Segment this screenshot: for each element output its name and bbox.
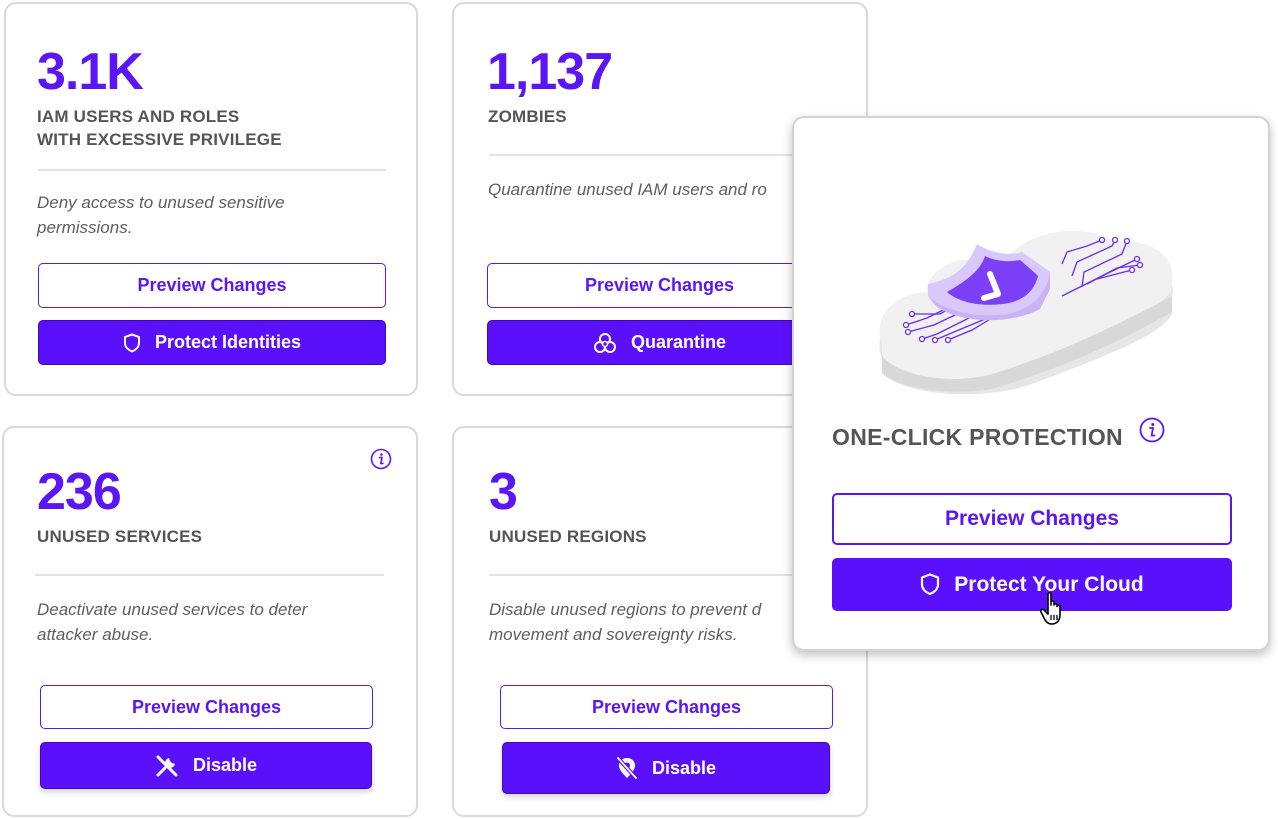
disable-services-button[interactable]: Disable [40, 742, 372, 789]
disable-regions-button[interactable]: Disable [502, 742, 830, 794]
divider [489, 574, 834, 576]
shield-icon [921, 573, 940, 596]
preview-changes-button[interactable]: Preview Changes [832, 493, 1232, 545]
desc-line2: movement and sovereignty risks. [489, 625, 738, 644]
shield-icon [123, 333, 140, 352]
stat-label: UNUSED REGIONS [489, 527, 647, 546]
biohazard-icon [593, 332, 616, 353]
stat-value: 236 [37, 463, 122, 521]
cloud-shield-check-illustration [879, 231, 1173, 394]
desc-line1: Disable unused regions to prevent d [489, 600, 762, 619]
protect-identities-button[interactable]: Protect Identities [38, 320, 386, 365]
one-click-protection-card: ONE-CLICK PROTECTION Preview Changes Pro… [792, 116, 1270, 651]
preview-changes-button[interactable]: Preview Changes [40, 685, 373, 729]
divider [489, 154, 834, 156]
protect-your-cloud-button[interactable]: Protect Your Cloud [832, 558, 1232, 611]
preview-changes-button[interactable]: Preview Changes [38, 263, 386, 308]
title-text: ONE-CLICK PROTECTION [832, 424, 1123, 450]
button-label: Quarantine [630, 332, 727, 352]
button-label: Protect Identities [154, 332, 302, 352]
button-label: Preview Changes [591, 696, 742, 717]
preview-changes-button[interactable]: Preview Changes [500, 685, 833, 729]
quarantine-button[interactable]: Quarantine [487, 320, 832, 365]
button-label: Preview Changes [137, 275, 287, 295]
info-icon[interactable] [1139, 417, 1165, 443]
divider [38, 169, 386, 171]
desc-line1: Deny access to unused sensitive [37, 193, 285, 212]
stat-label-line1: IAM USERS AND ROLES [37, 107, 240, 126]
stat-value: 1,137 [487, 43, 613, 101]
card-description: Deny access to unused sensitive permissi… [37, 190, 285, 240]
button-label: Protect Your Cloud [954, 572, 1144, 596]
stat-value: 3.1K [37, 43, 144, 101]
stat-label: UNUSED SERVICES [37, 527, 203, 546]
card-iam-excessive-privilege: 3.1K IAM USERS AND ROLES WITH EXCESSIVE … [4, 2, 418, 396]
desc-line2: attacker abuse. [37, 625, 154, 644]
button-label: Preview Changes [945, 507, 1119, 530]
card-unused-services: 236 UNUSED SERVICES Deactivate unused se… [2, 426, 418, 817]
card-description: Quarantine unused IAM users and ro [488, 180, 767, 199]
divider [35, 574, 384, 576]
button-label: Preview Changes [131, 696, 282, 717]
overlay-title: ONE-CLICK PROTECTION [832, 424, 1123, 451]
button-label: Disable [651, 757, 717, 778]
desc-line2: permissions. [37, 218, 133, 237]
button-label: Preview Changes [584, 275, 735, 295]
card-description: Deactivate unused services to deter atta… [37, 597, 307, 647]
stat-value: 3 [489, 463, 518, 521]
info-icon[interactable] [370, 448, 392, 470]
stat-label-line2: WITH EXCESSIVE PRIVILEGE [37, 130, 282, 149]
card-description: Disable unused regions to prevent d move… [489, 597, 761, 647]
stat-label: ZOMBIES [488, 107, 567, 126]
tools-icon [156, 755, 178, 776]
location-off-icon [616, 756, 638, 780]
button-label: Disable [192, 755, 258, 775]
preview-changes-button[interactable]: Preview Changes [487, 263, 832, 308]
stat-label: IAM USERS AND ROLES WITH EXCESSIVE PRIVI… [37, 105, 282, 151]
desc-line1: Deactivate unused services to deter [37, 600, 308, 619]
